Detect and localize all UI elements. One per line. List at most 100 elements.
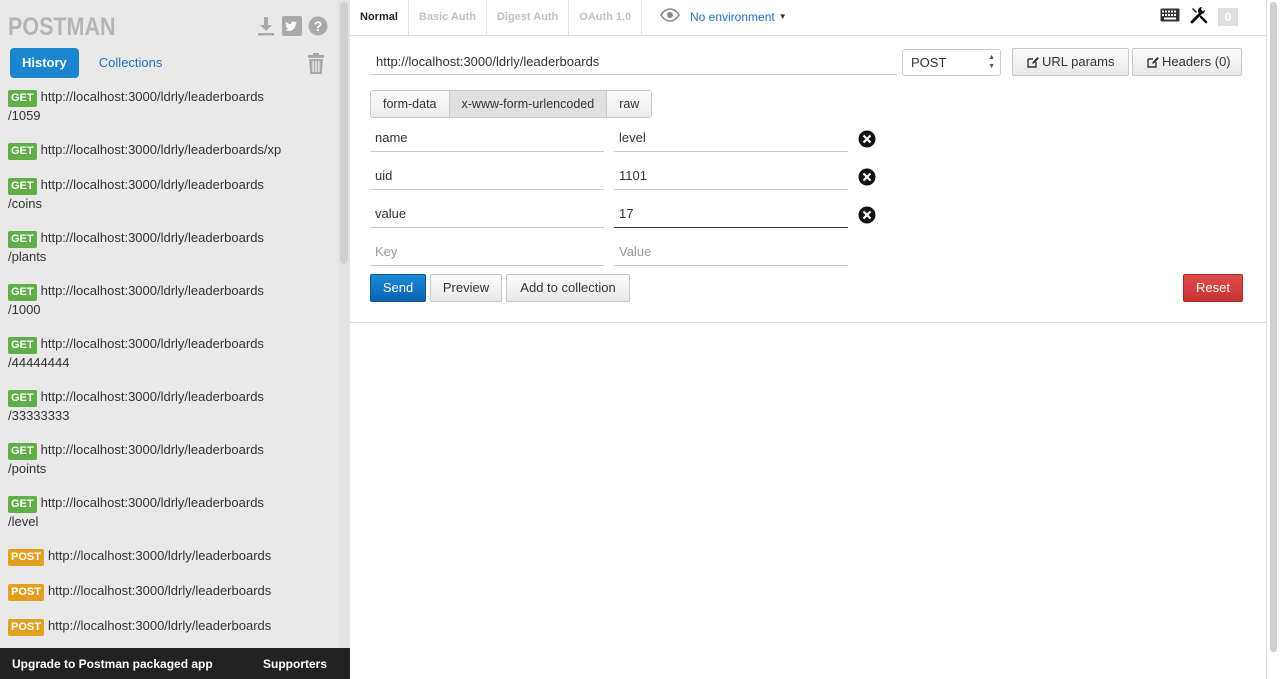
method-badge: POST <box>8 619 44 636</box>
history-item[interactable]: POSThttp://localhost:3000/ldrly/leaderbo… <box>0 580 338 615</box>
param-row <box>370 200 890 228</box>
url-params-label: URL params <box>1042 54 1115 69</box>
method-value: POST <box>911 55 947 70</box>
sidebar-footer: Upgrade to Postman packaged app Supporte… <box>0 648 350 679</box>
history-url: http://localhost:3000/ldrly/leaderboards… <box>8 336 264 370</box>
param-value-input[interactable] <box>614 200 848 228</box>
method-badge: POST <box>8 584 44 601</box>
param-key-input[interactable] <box>370 124 604 152</box>
param-row <box>370 124 890 152</box>
send-button[interactable]: Send <box>370 274 426 302</box>
method-select[interactable]: POST ▲ ▼ <box>902 49 1001 76</box>
method-badge: GET <box>8 90 37 107</box>
url-params-button[interactable]: URL params <box>1012 48 1129 76</box>
environment-label[interactable]: No environment <box>690 10 775 24</box>
help-icon[interactable]: ? <box>308 16 328 36</box>
sidebar-top-icons: ? <box>256 16 328 36</box>
twitter-icon[interactable] <box>282 16 302 36</box>
history-url: http://localhost:3000/ldrly/leaderboards… <box>8 89 264 123</box>
history-url: http://localhost:3000/ldrly/leaderboards <box>47 548 272 563</box>
tab-normal[interactable]: Normal <box>350 0 409 35</box>
body-type-tabs: form-data x-www-form-urlencoded raw <box>370 90 653 118</box>
tab-urlencoded[interactable]: x-www-form-urlencoded <box>449 91 608 117</box>
remove-icon[interactable] <box>858 130 876 148</box>
history-url: http://localhost:3000/ldrly/leaderboards… <box>8 442 264 476</box>
history-item[interactable]: GET http://localhost:3000/ldrly/leaderboa… <box>0 86 338 139</box>
param-value-input[interactable] <box>614 124 848 152</box>
notification-counter[interactable]: 0 <box>1218 7 1238 26</box>
new-param-value-input[interactable] <box>614 238 848 266</box>
history-url: http://localhost:3000/ldrly/leaderboards… <box>8 177 264 211</box>
param-value-input[interactable] <box>614 162 848 190</box>
tab-collections[interactable]: Collections <box>87 48 175 78</box>
history-url: http://localhost:3000/ldrly/leaderboards… <box>8 389 264 423</box>
trash-icon[interactable] <box>304 52 328 76</box>
edit-icon <box>1027 51 1039 77</box>
history-url: http://localhost:3000/ldrly/leaderboards… <box>8 230 264 264</box>
history-url: http://localhost:3000/ldrly/leaderboards… <box>40 142 282 157</box>
tab-form-data[interactable]: form-data <box>371 91 450 117</box>
history-item[interactable]: GET http://localhost:3000/ldrly/leaderboa… <box>0 439 338 492</box>
method-badge: GET <box>8 496 37 513</box>
tab-basic-auth[interactable]: Basic Auth <box>409 0 487 35</box>
environment-selector[interactable]: No environment ▼ <box>660 8 787 25</box>
method-badge: GET <box>8 284 37 301</box>
sidebar-tabs: History Collections <box>10 48 174 78</box>
reset-button[interactable]: Reset <box>1183 274 1243 302</box>
headers-button[interactable]: Headers (0) <box>1132 48 1242 76</box>
tab-history[interactable]: History <box>10 48 79 78</box>
history-url: http://localhost:3000/ldrly/leaderboards <box>47 618 272 633</box>
method-badge: POST <box>8 549 44 566</box>
history-item[interactable]: POSThttp://localhost:3000/ldrly/leaderbo… <box>0 545 338 580</box>
supporters-link[interactable]: Supporters <box>263 657 327 671</box>
method-badge: GET <box>8 337 37 354</box>
svg-text:?: ? <box>314 18 323 34</box>
history-item[interactable]: GET http://localhost:3000/ldrly/leaderboa… <box>0 280 338 333</box>
tab-oauth[interactable]: OAuth 1.0 <box>569 0 643 35</box>
new-param-row <box>370 238 890 266</box>
history-item[interactable]: GET http://localhost:3000/ldrly/leaderboa… <box>0 174 338 227</box>
add-to-collection-button[interactable]: Add to collection <box>506 274 630 302</box>
tab-raw[interactable]: raw <box>607 91 652 117</box>
upgrade-link[interactable]: Upgrade to Postman packaged app <box>12 657 213 671</box>
method-badge: GET <box>8 143 37 160</box>
tab-digest-auth[interactable]: Digest Auth <box>487 0 570 35</box>
history-list: GET http://localhost:3000/ldrly/leaderboa… <box>0 86 338 679</box>
auth-tabs: Normal Basic Auth Digest Auth OAuth 1.0 <box>350 0 1266 36</box>
history-item[interactable]: GET http://localhost:3000/ldrly/leaderboa… <box>0 333 338 386</box>
request-panel: Normal Basic Auth Digest Auth OAuth 1.0 … <box>350 0 1266 679</box>
param-key-input[interactable] <box>370 162 604 190</box>
response-divider <box>350 322 1266 323</box>
edit-icon <box>1147 51 1159 77</box>
history-item[interactable]: GET http://localhost:3000/ldrly/leaderboa… <box>0 139 338 174</box>
history-item[interactable]: GET http://localhost:3000/ldrly/leaderboa… <box>0 386 338 439</box>
history-item[interactable]: POSThttp://localhost:3000/ldrly/leaderbo… <box>0 615 338 650</box>
history-item[interactable]: GET http://localhost:3000/ldrly/leaderboa… <box>0 227 338 280</box>
new-param-key-input[interactable] <box>370 238 604 266</box>
sidebar-scroll-thumb[interactable] <box>340 2 348 264</box>
method-badge: GET <box>8 231 37 248</box>
method-badge: GET <box>8 390 37 407</box>
headers-label: Headers (0) <box>1162 54 1231 69</box>
preview-button[interactable]: Preview <box>430 274 502 302</box>
history-url: http://localhost:3000/ldrly/leaderboards… <box>8 283 264 317</box>
method-badge: GET <box>8 178 37 195</box>
eye-icon[interactable] <box>660 8 680 25</box>
remove-icon[interactable] <box>858 206 876 224</box>
select-arrows-icon: ▲ ▼ <box>988 54 995 70</box>
remove-icon[interactable] <box>858 168 876 186</box>
history-url: http://localhost:3000/ldrly/leaderboards… <box>8 495 264 529</box>
url-input[interactable] <box>370 48 897 75</box>
chevron-down-icon: ▼ <box>778 12 787 21</box>
history-item[interactable]: GET http://localhost:3000/ldrly/leaderboa… <box>0 492 338 545</box>
method-badge: GET <box>8 443 37 460</box>
history-url: http://localhost:3000/ldrly/leaderboards <box>47 583 272 598</box>
app-logo: POSTMAN <box>8 13 116 41</box>
main-scroll-thumb[interactable] <box>1270 2 1277 652</box>
settings-icon[interactable] <box>1190 6 1208 27</box>
param-key-input[interactable] <box>370 200 604 228</box>
download-icon[interactable] <box>256 16 276 36</box>
keyboard-icon[interactable] <box>1160 8 1180 25</box>
sidebar: POSTMAN ? History Collections GET http://… <box>0 0 350 679</box>
param-row <box>370 162 890 190</box>
